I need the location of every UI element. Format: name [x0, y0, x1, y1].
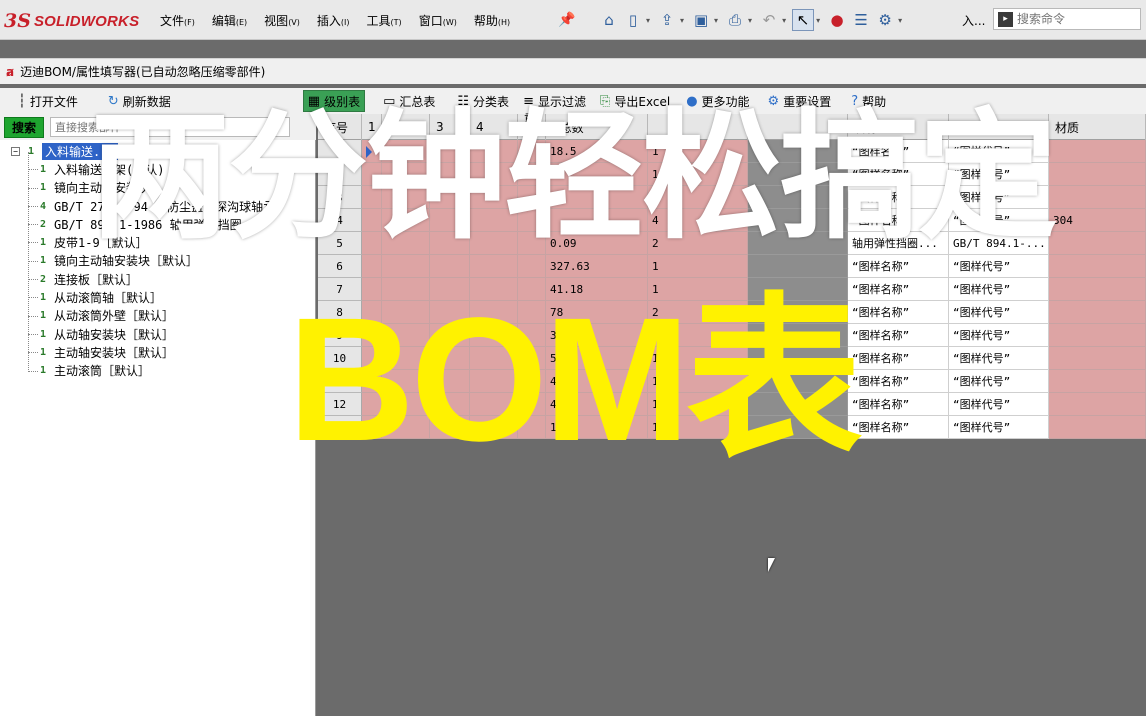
solidworks-logo[interactable]: 3S SOLIDWORKS	[4, 9, 139, 33]
window-title-bar: ⱥ 迈迪BOM/属性填写器(已自动忽略压缩零部件)	[0, 58, 1146, 84]
print-icon[interactable]: ⎙	[724, 9, 746, 31]
options-gear-icon[interactable]: ⚙	[874, 9, 896, 31]
command-search-box[interactable]: ▸	[993, 8, 1141, 30]
menu-item-3[interactable]: 插入(I)	[317, 12, 350, 29]
shortcut-label[interactable]: 入...	[962, 12, 985, 29]
new-dropdown-icon[interactable]: ▾	[646, 16, 650, 25]
menu-item-label: 插入	[316, 14, 341, 28]
search-command-icon: ▸	[998, 11, 1013, 27]
traffic-light-icon[interactable]: ●	[826, 9, 848, 31]
solidworks-menubar: 3S SOLIDWORKS 文件(F) 编辑(E) 视图(V) 插入(I) 工具(T) 窗…	[0, 0, 1146, 40]
menu-item-2[interactable]: 视图(V)	[264, 12, 300, 29]
menu-item-shortcut: (W)	[442, 18, 457, 27]
open-dropdown-icon[interactable]: ▾	[680, 16, 684, 25]
home-icon[interactable]: ⌂	[598, 9, 620, 31]
open-folder-icon[interactable]: ⇪	[656, 9, 678, 31]
menu-item-shortcut: (I)	[340, 18, 350, 27]
ds-logo-mark: 3S	[4, 10, 31, 32]
overlay-title: 两分钟轻松搞定	[89, 96, 1058, 259]
main-menu: 文件(F) 编辑(E) 视图(V) 插入(I) 工具(T) 窗口(W) 帮助(H)	[160, 12, 527, 29]
save-icon[interactable]: ▣	[690, 9, 712, 31]
solidworks-wordmark: SOLIDWORKS	[33, 12, 140, 30]
menu-item-label: 文件	[160, 14, 185, 28]
undo-icon[interactable]: ↶	[758, 9, 780, 31]
tree-node-count: 2	[39, 273, 47, 285]
overlay-subtitle: BOM表	[287, 282, 863, 478]
app-icon: ⱥ	[6, 64, 15, 79]
standard-toolbar: ⌂ ▯ ▾ ⇪ ▾ ▣ ▾ ⎙ ▾ ↶ ▾ ↖ ▾ ● ☰ ⚙ ▾	[598, 6, 908, 34]
cell-mat[interactable]	[1049, 255, 1146, 278]
menu-item-label: 窗口	[418, 14, 443, 28]
menu-item-shortcut: (V)	[288, 18, 300, 27]
window-title: 迈迪BOM/属性填写器(已自动忽略压缩零部件)	[20, 65, 266, 79]
menu-item-shortcut: (T)	[390, 18, 402, 27]
menu-item-6[interactable]: 帮助(H)	[474, 12, 510, 29]
undo-dropdown-icon[interactable]: ▾	[782, 16, 786, 25]
menu-item-1[interactable]: 编辑(E)	[212, 12, 247, 29]
options-dropdown-icon[interactable]: ▾	[898, 16, 902, 25]
pin-icon[interactable]: 📌	[558, 12, 575, 28]
menu-item-5[interactable]: 窗口(W)	[419, 12, 457, 29]
file-properties-icon[interactable]: ☰	[850, 9, 872, 31]
select-pointer-icon[interactable]: ↖	[792, 9, 815, 31]
menu-item-shortcut: (F)	[184, 18, 195, 27]
menu-item-0[interactable]: 文件(F)	[160, 12, 195, 29]
menu-item-shortcut: (H)	[497, 18, 511, 27]
menu-item-label: 编辑	[211, 14, 236, 28]
select-dropdown-icon[interactable]: ▾	[816, 16, 820, 25]
menu-item-shortcut: (E)	[235, 18, 248, 27]
new-document-icon[interactable]: ▯	[622, 9, 644, 31]
print-dropdown-icon[interactable]: ▾	[748, 16, 752, 25]
menu-item-4[interactable]: 工具(T)	[367, 12, 402, 29]
menu-item-label: 视图	[264, 14, 289, 28]
save-dropdown-icon[interactable]: ▾	[714, 16, 718, 25]
command-search-input[interactable]	[1017, 12, 1135, 26]
menu-item-label: 帮助	[473, 14, 498, 28]
menu-item-label: 工具	[366, 14, 391, 28]
mouse-cursor-icon	[768, 558, 775, 572]
